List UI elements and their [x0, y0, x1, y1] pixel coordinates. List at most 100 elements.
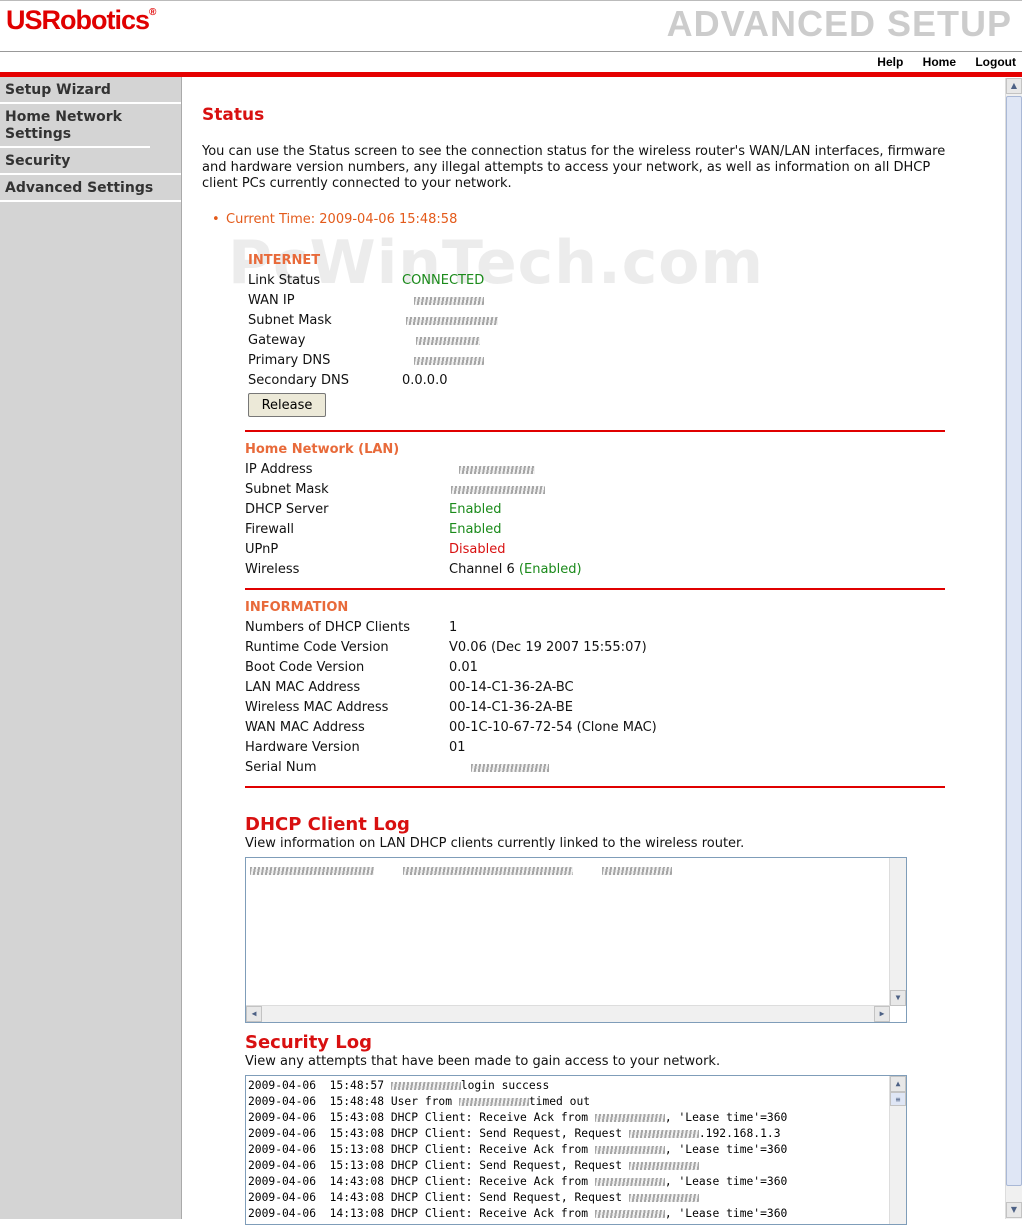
log-redacted — [628, 1162, 699, 1170]
security-log-title: Security Log — [245, 1032, 373, 1053]
log-message-tail: .192.168.1.3 — [698, 1127, 781, 1140]
log-date: 2009-04-06 15:43:08 — [248, 1111, 391, 1124]
scroll-up-icon[interactable]: ▲ — [1006, 78, 1022, 94]
log-message-tail: , 'Lease time'=360 — [664, 1111, 788, 1124]
security-log-textarea[interactable]: 2009-04-06 15:48:57 login success 2009-04… — [245, 1075, 907, 1225]
scroll-thumb[interactable]: ≡ — [890, 1092, 906, 1106]
sidebar-item-advanced-settings[interactable]: Advanced Settings — [0, 175, 181, 202]
info-row: Wireless MAC Address 00-14-C1-36-2A-BE — [245, 698, 948, 718]
log-message: DHCP Client: Send Request, Request — [390, 1159, 629, 1172]
log-redacted — [390, 1082, 461, 1090]
security-log-line: 2009-04-06 15:43:08 DHCP Client: Receive… — [246, 1110, 886, 1126]
info-value: 1 — [449, 620, 458, 635]
dhcp-log-textarea[interactable]: ▼ ◀ ▶ — [245, 857, 907, 1023]
wireless-state: (Enabled) — [518, 562, 582, 577]
lan-subnet-label: Subnet Mask — [245, 482, 329, 497]
wireless-channel: Channel 6 — [449, 562, 515, 577]
scroll-thumb[interactable] — [1006, 96, 1022, 1186]
bullet-icon: • — [212, 212, 220, 227]
log-date: 2009-04-06 14:13:08 — [248, 1207, 391, 1220]
home-link[interactable]: Home — [923, 55, 956, 69]
wireless-label: Wireless — [245, 562, 300, 577]
log-message-tail: timed out — [528, 1095, 591, 1108]
dhcp-log-description: View information on LAN DHCP clients cur… — [245, 836, 745, 851]
serial-num-value-redacted — [471, 764, 549, 772]
info-label: Numbers of DHCP Clients — [245, 620, 411, 635]
log-redacted — [594, 1146, 665, 1154]
scroll-up-icon[interactable]: ▲ — [890, 1076, 906, 1092]
log-message: DHCP Client: Send Request, Request — [390, 1191, 629, 1204]
logo-text: USRobotics — [6, 5, 150, 35]
redacted-ip — [250, 867, 374, 875]
wan-ip-value-redacted — [414, 297, 484, 305]
usrobotics-logo[interactable]: USRobotics® — [6, 5, 156, 36]
gateway-label: Gateway — [248, 333, 306, 348]
page-title: Status — [202, 105, 265, 125]
info-label: Boot Code Version — [245, 660, 365, 675]
upnp-row: UPnP Disabled — [245, 540, 948, 560]
security-log-line: 2009-04-06 15:48:48 User from timed out — [246, 1094, 886, 1110]
internet-subnet-row: Subnet Mask — [248, 311, 951, 331]
log-message: DHCP Client: Receive Ack from — [390, 1207, 595, 1220]
intro-text: You can use the Status screen to see the… — [202, 144, 946, 191]
security-log-line: 2009-04-06 15:43:08 DHCP Client: Send Re… — [246, 1126, 886, 1142]
release-button[interactable]: Release — [248, 393, 326, 417]
info-row: Boot Code Version 0.01 — [245, 658, 948, 678]
page-scrollbar[interactable]: ▲ ▼ — [1005, 78, 1022, 1219]
scroll-down-icon[interactable]: ▼ — [1006, 1202, 1022, 1218]
help-link[interactable]: Help — [877, 55, 903, 69]
log-date: 2009-04-06 15:48:57 — [248, 1079, 391, 1092]
log-message: User from — [390, 1095, 459, 1108]
dhcp-log-title: DHCP Client Log — [245, 814, 410, 835]
lan-ip-label: IP Address — [245, 462, 313, 477]
log-redacted — [594, 1114, 665, 1122]
wireless-row: Wireless Channel 6 (Enabled) — [245, 560, 948, 580]
gateway-row: Gateway — [248, 331, 951, 351]
secondary-dns-value: 0.0.0.0 — [402, 373, 448, 388]
dhcp-log-hscrollbar[interactable]: ◀ ▶ — [246, 1005, 890, 1022]
gateway-value-redacted — [416, 337, 480, 345]
lan-subnet-row: Subnet Mask — [245, 480, 948, 500]
info-row: Hardware Version 01 — [245, 738, 948, 758]
log-message: DHCP Client: Receive Ack from — [390, 1175, 595, 1188]
info-label: WAN MAC Address — [245, 720, 365, 735]
dhcp-log-vscrollbar[interactable]: ▼ — [889, 858, 906, 1006]
sidebar: Setup Wizard Home Network Settings Secur… — [0, 77, 182, 1219]
registered-mark: ® — [149, 7, 156, 18]
internet-section: INTERNET Link Status CONNECTED WAN IP Sub… — [248, 251, 951, 391]
sidebar-item-home-network-settings[interactable]: Home Network Settings — [0, 104, 150, 148]
info-value: 00-14-C1-36-2A-BE — [449, 700, 573, 715]
wireless-value: Channel 6 (Enabled) — [449, 560, 582, 580]
wan-ip-label: WAN IP — [248, 293, 295, 308]
lan-subnet-value-redacted — [451, 486, 545, 494]
log-redacted — [628, 1130, 699, 1138]
log-date: 2009-04-06 15:48:48 — [248, 1095, 391, 1108]
info-label: Wireless MAC Address — [245, 700, 389, 715]
security-log-line: 2009-04-06 14:13:08 DHCP Client: Receive… — [246, 1206, 886, 1222]
internet-subnet-value-redacted — [406, 317, 498, 325]
section-divider — [245, 430, 945, 432]
logout-link[interactable]: Logout — [975, 55, 1016, 69]
scroll-left-icon[interactable]: ◀ — [246, 1006, 262, 1022]
info-label: LAN MAC Address — [245, 680, 361, 695]
scroll-down-icon[interactable]: ▼ — [890, 990, 906, 1006]
lan-section: Home Network (LAN) IP Address Subnet Mas… — [245, 440, 948, 580]
info-value: 01 — [449, 740, 466, 755]
info-row: Numbers of DHCP Clients 1 — [245, 618, 948, 638]
dhcp-server-value: Enabled — [449, 502, 502, 517]
sidebar-item-security[interactable]: Security — [0, 148, 181, 175]
log-message: DHCP Client: Send Request, Request — [390, 1127, 629, 1140]
lan-ip-row: IP Address — [245, 460, 948, 480]
log-redacted — [458, 1098, 529, 1106]
current-time-text: Current Time: 2009-04-06 15:48:58 — [226, 212, 458, 227]
log-redacted — [628, 1194, 699, 1202]
scroll-right-icon[interactable]: ▶ — [874, 1006, 890, 1022]
security-log-vscrollbar[interactable]: ▲ ≡ — [889, 1076, 906, 1224]
link-status-value: CONNECTED — [402, 273, 485, 288]
link-status-label: Link Status — [248, 273, 321, 288]
sidebar-item-setup-wizard[interactable]: Setup Wizard — [0, 77, 181, 104]
firewall-row: Firewall Enabled — [245, 520, 948, 540]
info-value: 00-1C-10-67-72-54 (Clone MAC) — [449, 720, 657, 735]
primary-dns-label: Primary DNS — [248, 353, 331, 368]
primary-dns-row: Primary DNS — [248, 351, 951, 371]
